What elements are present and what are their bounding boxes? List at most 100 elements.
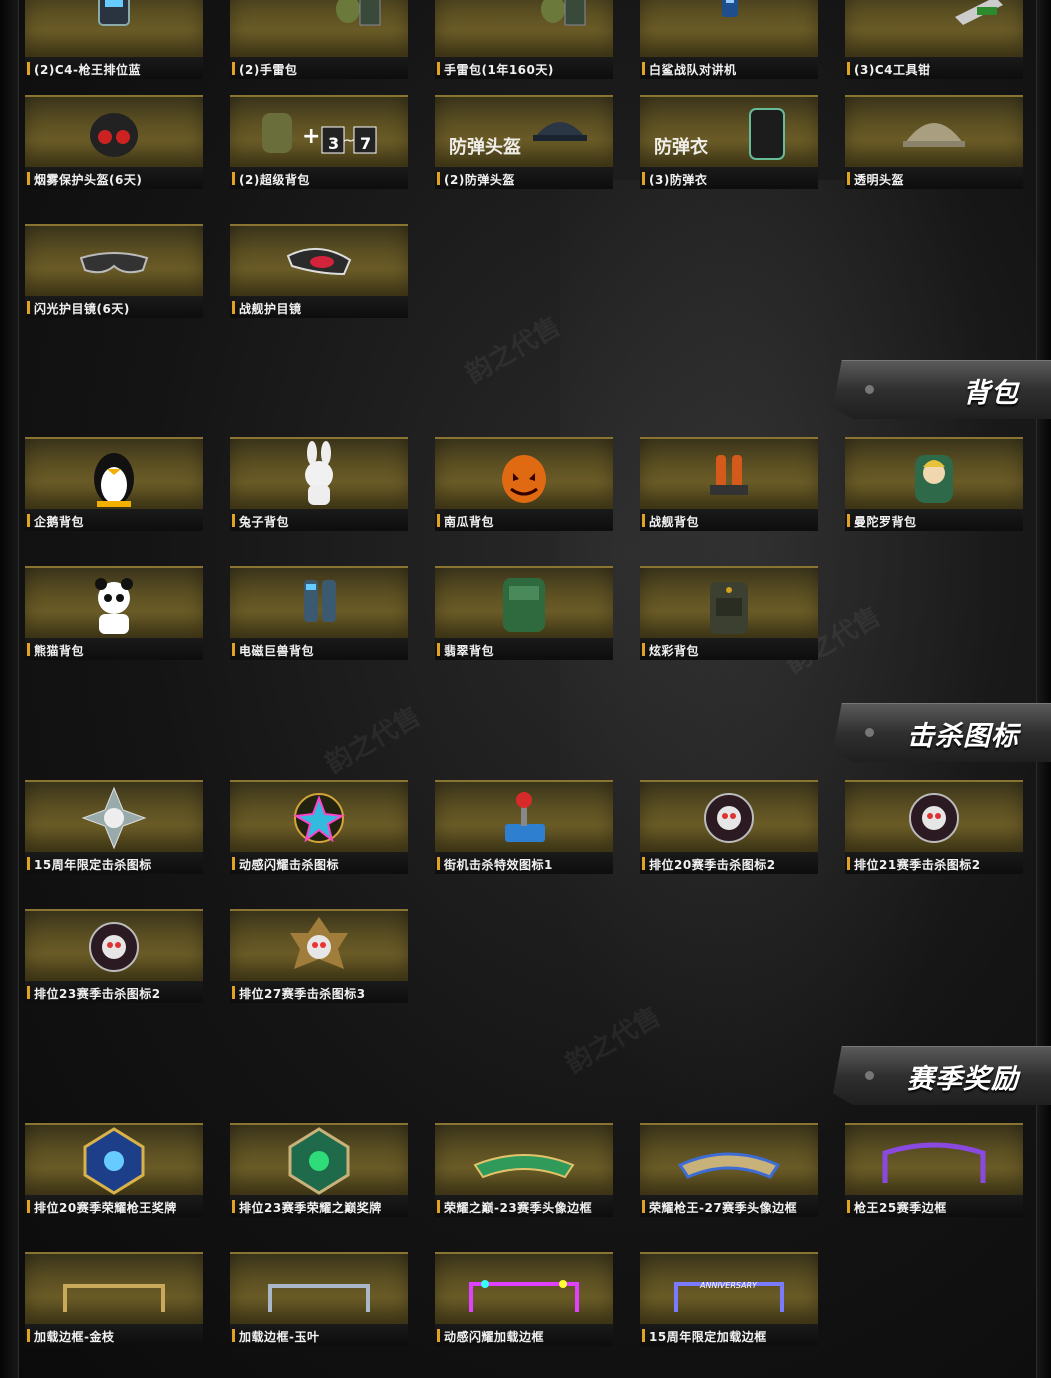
item-thumbnail[interactable] [435,780,613,854]
item-caption: 动感闪耀加载边框 [435,1324,613,1346]
item-thumbnail[interactable] [230,224,408,298]
item-card[interactable]: (2)手雷包 [230,0,408,79]
section-tab-backpack[interactable]: 背包 [833,360,1051,419]
item-card[interactable]: 加载边框-玉叶 [230,1252,408,1346]
item-label: (2)C4-枪王排位蓝 [34,63,141,77]
item-card[interactable]: 排位20赛季击杀图标2 [640,780,818,874]
item-card[interactable]: 防弹头盔 (2)防弹头盔 [435,95,613,189]
item-card[interactable]: 熊猫背包 [25,566,203,660]
item-card[interactable]: 加载边框-金枝 [25,1252,203,1346]
item-thumbnail[interactable] [845,95,1023,169]
item-thumbnail[interactable] [435,1123,613,1197]
item-thumbnail[interactable] [25,437,203,511]
item-thumbnail[interactable] [25,0,203,59]
item-thumbnail[interactable] [230,909,408,983]
item-thumbnail[interactable] [25,780,203,854]
item-label: 加载边框-金枝 [34,1330,115,1344]
item-card[interactable]: 排位27赛季击杀图标3 [230,909,408,1003]
grenade-pack-icon [336,0,381,26]
item-thumbnail[interactable] [230,1252,408,1326]
rainbow-star-icon [292,793,346,843]
c4-detonator-icon [98,0,130,26]
item-card[interactable]: 曼陀罗背包 [845,437,1023,531]
item-card[interactable]: 白鲨战队对讲机 [640,0,818,79]
item-card[interactable]: 闪光护目镜(6天) [25,224,203,318]
item-label: 战舰背包 [649,515,700,529]
item-thumbnail[interactable] [25,95,203,169]
item-card[interactable]: 炫彩背包 [640,566,818,660]
item-card[interactable]: 街机击杀特效图标1 [435,780,613,874]
item-thumbnail[interactable] [230,0,408,59]
item-label: 动感闪耀加载边框 [444,1330,545,1344]
item-thumbnail[interactable]: 防弹衣 [640,95,818,169]
item-caption: 企鹅背包 [25,509,203,531]
item-thumbnail[interactable] [640,0,818,59]
section-tab-kill-icons[interactable]: 击杀图标 [833,703,1051,762]
item-label: (3)C4工具钳 [854,63,931,77]
item-card[interactable]: 枪王25赛季边框 [845,1123,1023,1217]
item-card[interactable]: 排位21赛季击杀图标2 [845,780,1023,874]
item-thumbnail[interactable] [640,1123,818,1197]
item-card[interactable]: 排位20赛季荣耀枪王奖牌 [25,1123,203,1217]
item-thumbnail[interactable]: +3 7 ~ [230,95,408,169]
military-backpack-icon [710,582,748,634]
item-thumbnail[interactable] [845,780,1023,854]
item-card[interactable]: 动感闪耀击杀图标 [230,780,408,874]
item-thumbnail[interactable] [640,566,818,640]
item-card[interactable]: 南瓜背包 [435,437,613,531]
item-card[interactable]: 战舰护目镜 [230,224,408,318]
item-card[interactable]: (2)C4-枪王排位蓝 [25,0,203,79]
item-thumbnail[interactable] [640,437,818,511]
item-thumbnail[interactable] [230,566,408,640]
item-label: (2)超级背包 [239,173,310,187]
item-card[interactable]: 动感闪耀加载边框 [435,1252,613,1346]
item-thumbnail[interactable] [640,780,818,854]
item-thumbnail[interactable] [435,437,613,511]
watermark: 韵之代售 [560,1001,666,1080]
item-card[interactable]: +3 7 ~ (2)超级背包 [230,95,408,189]
section-dot-icon [865,728,874,737]
item-thumbnail[interactable] [25,566,203,640]
item-card[interactable]: 15周年限定击杀图标 [25,780,203,874]
item-thumbnail[interactable] [230,1123,408,1197]
item-thumbnail[interactable] [435,0,613,59]
jade-backpack-icon [503,578,545,632]
item-thumbnail[interactable] [25,909,203,983]
item-thumbnail[interactable] [25,1123,203,1197]
item-thumbnail[interactable]: 防弹头盔 [435,95,613,169]
battery-backpack-icon [304,580,336,622]
item-card[interactable]: 翡翠背包 [435,566,613,660]
item-card[interactable]: 手雷包(1年160天) [435,0,613,79]
item-caption: (2)防弹头盔 [435,167,613,189]
item-thumbnail[interactable] [25,224,203,298]
item-card[interactable]: 兔子背包 [230,437,408,531]
item-card[interactable]: ANNIVERSARY 15周年限定加载边框 [640,1252,818,1346]
item-thumbnail[interactable] [435,566,613,640]
item-thumbnail[interactable] [25,1252,203,1326]
item-thumbnail[interactable] [845,437,1023,511]
item-card[interactable]: 排位23赛季击杀图标2 [25,909,203,1003]
item-thumbnail[interactable]: ANNIVERSARY [640,1252,818,1326]
item-thumbnail[interactable] [435,1252,613,1326]
item-caption: 街机击杀特效图标1 [435,852,613,874]
item-card[interactable]: 烟雾保护头盔(6天) [25,95,203,189]
section-tab-season-rewards[interactable]: 赛季奖励 [833,1046,1051,1105]
item-card[interactable]: 排位23赛季荣耀之巅奖牌 [230,1123,408,1217]
svg-text:+: + [302,124,320,149]
helmet-icon: 防弹头盔 [449,122,587,158]
item-card[interactable]: 企鹅背包 [25,437,203,531]
item-card[interactable]: 荣耀枪王-27赛季头像边框 [640,1123,818,1217]
item-card[interactable]: 荣耀之巅-23赛季头像边框 [435,1123,613,1217]
item-thumbnail[interactable] [845,1123,1023,1197]
item-card[interactable]: 透明头盔 [845,95,1023,189]
item-caption: 加载边框-玉叶 [230,1324,408,1346]
item-card[interactable]: 防弹衣 (3)防弹衣 [640,95,818,189]
item-card[interactable]: 电磁巨兽背包 [230,566,408,660]
item-thumbnail[interactable] [230,437,408,511]
item-thumbnail[interactable] [845,0,1023,59]
pliers-icon [955,0,1003,25]
item-thumbnail[interactable] [230,780,408,854]
item-card[interactable]: 战舰背包 [640,437,818,531]
item-caption: 白鲨战队对讲机 [640,57,818,79]
item-card[interactable]: (3)C4工具钳 [845,0,1023,79]
